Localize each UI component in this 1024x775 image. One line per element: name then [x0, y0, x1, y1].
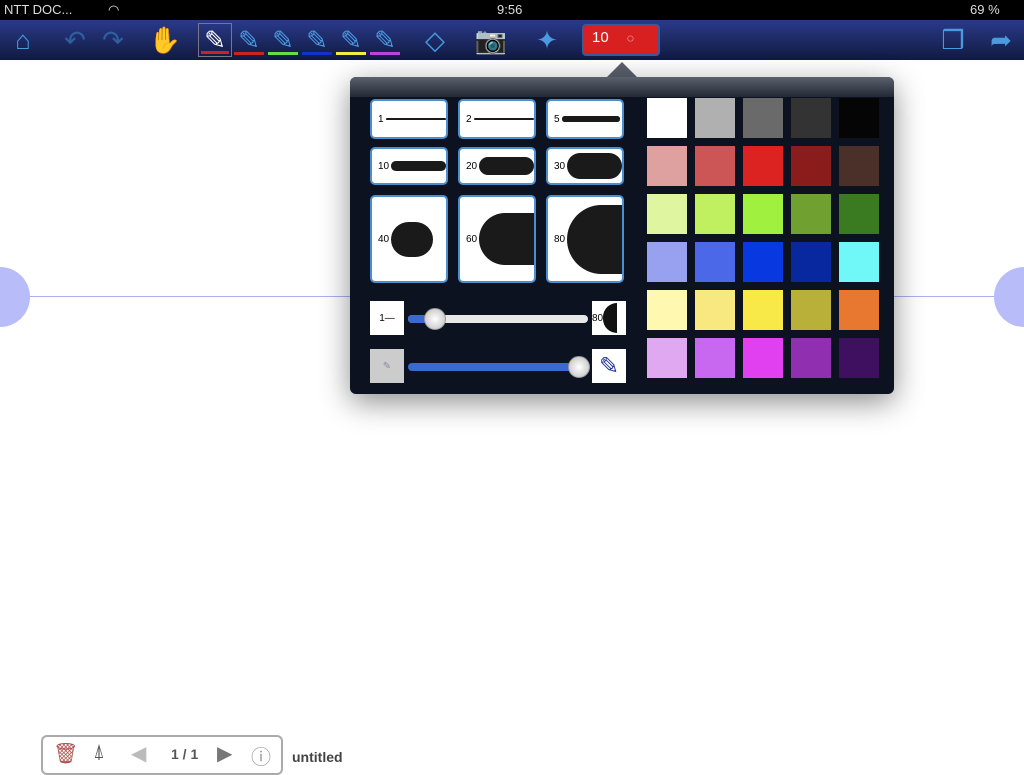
pen-tool-4[interactable]: ✎	[300, 23, 334, 57]
home-icon[interactable]: ⌂	[6, 23, 40, 57]
redo-icon[interactable]: ↷	[96, 23, 130, 57]
color-swatch[interactable]	[839, 146, 879, 186]
opacity-slider-thumb[interactable]	[568, 356, 590, 378]
pen-tool-2[interactable]: ✎	[232, 23, 266, 57]
clock: 9:56	[497, 2, 523, 17]
hand-icon[interactable]: ✋	[148, 23, 182, 57]
width-preset-20[interactable]: 20	[458, 147, 536, 185]
status-bar: NTT DOC... ◠ 9:56 69 %	[0, 0, 1024, 20]
opaque-pen-icon: ✎	[592, 349, 626, 383]
color-swatch[interactable]	[791, 242, 831, 282]
color-swatch[interactable]	[839, 98, 879, 138]
color-swatch[interactable]	[743, 146, 783, 186]
color-swatch[interactable]	[695, 146, 735, 186]
eraser-icon[interactable]: ◇	[418, 23, 452, 57]
width-preset-5[interactable]: 5	[546, 99, 624, 139]
color-swatch[interactable]	[791, 194, 831, 234]
max-width-icon: 80	[592, 301, 626, 335]
width-preset-2[interactable]: 2	[458, 99, 536, 139]
color-swatch[interactable]	[743, 98, 783, 138]
size-value: 10	[592, 29, 609, 46]
color-swatch[interactable]	[647, 338, 687, 378]
color-swatch[interactable]	[695, 290, 735, 330]
color-swatch[interactable]	[839, 338, 879, 378]
color-swatch[interactable]	[695, 194, 735, 234]
pencil-icon: ✎	[374, 24, 396, 55]
carrier: NTT DOC...	[4, 2, 73, 17]
color-swatch[interactable]	[647, 146, 687, 186]
popover-arrow	[606, 62, 638, 78]
color-swatch[interactable]	[647, 242, 687, 282]
left-handle[interactable]	[0, 267, 30, 327]
undo-icon[interactable]: ↶	[58, 23, 92, 57]
color-swatch[interactable]	[839, 242, 879, 282]
wifi-icon: ◠	[108, 2, 120, 17]
color-swatch[interactable]	[839, 194, 879, 234]
color-swatch[interactable]	[647, 98, 687, 138]
guide-line	[0, 296, 350, 297]
pen-tool-1[interactable]: ✎	[198, 23, 232, 57]
opacity-slider[interactable]	[408, 363, 584, 371]
info-icon[interactable]: ⓘ	[251, 741, 271, 770]
pencil-icon: ✎	[306, 24, 328, 55]
width-preset-80[interactable]: 80	[546, 195, 624, 283]
color-swatch[interactable]	[791, 290, 831, 330]
pen-size-color-button[interactable]: 10 ◌	[582, 24, 660, 56]
width-preset-60[interactable]: 60	[458, 195, 536, 283]
right-handle[interactable]	[994, 267, 1024, 327]
pages-icon[interactable]: ❒	[936, 23, 970, 57]
color-swatch[interactable]	[647, 194, 687, 234]
color-swatch[interactable]	[743, 194, 783, 234]
pen-tool-6[interactable]: ✎	[368, 23, 402, 57]
camera-icon[interactable]: 📷	[474, 23, 508, 57]
color-swatch[interactable]	[743, 338, 783, 378]
color-swatch[interactable]	[743, 290, 783, 330]
width-preset-10[interactable]: 10	[370, 147, 448, 185]
pen-tool-5[interactable]: ✎	[334, 23, 368, 57]
color-swatch[interactable]	[695, 98, 735, 138]
battery: 69 %	[970, 2, 1000, 17]
share-icon[interactable]: ➦	[984, 23, 1018, 57]
next-page-icon[interactable]: ▶	[217, 741, 232, 766]
width-preset-30[interactable]: 30	[546, 147, 624, 185]
color-swatch[interactable]	[743, 242, 783, 282]
color-swatch[interactable]	[695, 338, 735, 378]
pencil-icon: ✎	[238, 24, 260, 55]
color-swatch[interactable]	[839, 290, 879, 330]
prev-page-icon[interactable]: ◀	[131, 741, 146, 766]
color-swatch[interactable]	[791, 98, 831, 138]
toolbar: ⌂ ↶ ↷ ✋ ✎ ✎ ✎ ✎ ✎ ✎ ◇ 📷 ✦ 10 ◌ ❒ ➦	[0, 20, 1024, 60]
trash-icon[interactable]: 🗑	[53, 741, 78, 766]
color-swatch[interactable]	[791, 338, 831, 378]
color-swatch[interactable]	[791, 146, 831, 186]
document-title: untitled	[292, 749, 343, 765]
color-swatch[interactable]	[647, 290, 687, 330]
width-slider-thumb[interactable]	[424, 308, 446, 330]
page-bar: 🗑 ⍋ ◀ 1 / 1 ▶ ⓘ	[41, 735, 283, 775]
transparent-pen-icon: ✎	[370, 349, 404, 383]
pencil-icon: ✎	[272, 24, 294, 55]
compass-icon[interactable]: ✦	[530, 23, 564, 57]
pen-settings-popover: 1 2 5 10 20 30 40 60 80 1— 80 ✎ ✎	[350, 77, 894, 394]
page-indicator: 1 / 1	[171, 746, 199, 762]
pen-tool-3[interactable]: ✎	[266, 23, 300, 57]
min-width-icon: 1—	[370, 301, 404, 335]
width-preset-1[interactable]: 1	[370, 99, 448, 139]
width-preset-40[interactable]: 40	[370, 195, 448, 283]
pencil-icon: ✎	[340, 24, 362, 55]
add-page-icon[interactable]: ⍋	[93, 741, 105, 764]
color-swatch[interactable]	[695, 242, 735, 282]
